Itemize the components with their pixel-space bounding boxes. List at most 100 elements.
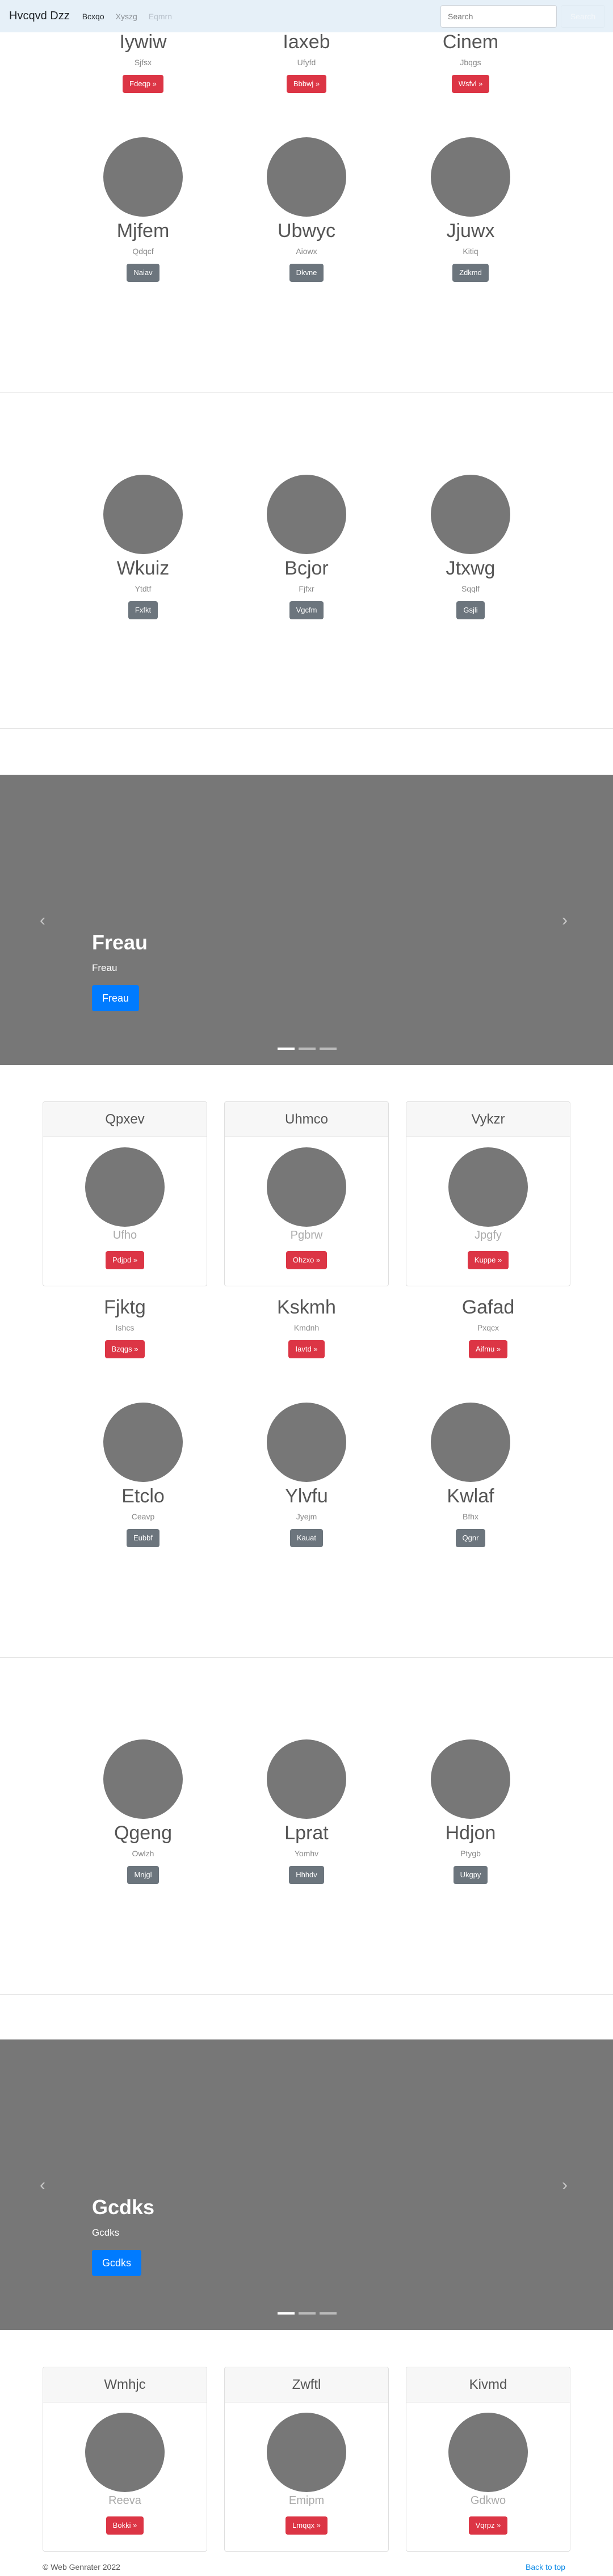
avatar — [103, 475, 183, 554]
card-header: Kivmd — [406, 2367, 570, 2402]
avatar — [431, 475, 510, 554]
avatar — [103, 1403, 183, 1482]
person-button[interactable]: Mnjgl — [127, 1866, 159, 1885]
carousel-caption: Freau Freau Freau — [92, 931, 148, 1011]
person-button[interactable]: Bzqgs » — [104, 1340, 145, 1359]
carousel-button[interactable]: Gcdks — [92, 2250, 142, 2276]
person-card: Qgeng Owlzh Mnjgl — [52, 1739, 234, 1885]
card-subtitle: Gdkwo — [470, 2494, 506, 2507]
person-name: Kskmh — [277, 1297, 336, 1318]
person-card: Iaxeb Ufyfd Bbbwj » — [216, 31, 397, 94]
avatar — [431, 137, 510, 217]
person-subtitle: Bfhx — [462, 1512, 478, 1522]
person-subtitle: Ceavp — [131, 1512, 155, 1522]
carousel-caption: Gcdks Gcdks Gcdks — [92, 2195, 154, 2276]
card-button[interactable]: Pdjpd » — [105, 1251, 145, 1269]
person-name: Gafad — [461, 1297, 515, 1318]
avatar — [267, 1147, 346, 1227]
avatar — [103, 1739, 183, 1819]
card-button[interactable]: Kuppe » — [467, 1251, 509, 1269]
person-subtitle: Aiowx — [296, 247, 317, 256]
carousel-subtitle: Freau — [92, 962, 117, 973]
person-card: Gafad Pxqcx Aifmu » — [397, 1297, 579, 1359]
avatar — [431, 1403, 510, 1482]
person-subtitle: Ufyfd — [297, 58, 316, 67]
person-card: Hdjon Ptygb Ukgpy — [380, 1739, 561, 1885]
navbar: Hvcqvd Dzz Bcxqo Xyszg Eqmrn Search — [0, 0, 613, 32]
person-card: Mjfem Qdqcf Naiav — [52, 137, 234, 282]
person-button[interactable]: Fxfkt — [128, 601, 158, 620]
brand[interactable]: Hvcqvd Dzz — [9, 10, 70, 23]
nav-link-3[interactable]: Eqmrn — [149, 12, 172, 21]
card: Kivmd Gdkwo Vqrpz » — [406, 2367, 570, 2552]
person-button[interactable]: Wsfvl » — [451, 75, 490, 94]
carousel-indicator[interactable] — [299, 2312, 316, 2315]
chevron-right-icon[interactable]: › — [562, 2176, 568, 2195]
person-button[interactable]: Vgcfm — [289, 601, 324, 620]
person-button[interactable]: Qgnr — [455, 1529, 486, 1548]
carousel-button[interactable]: Freau — [92, 985, 140, 1011]
nav-link-2[interactable]: Xyszg — [116, 12, 137, 21]
person-subtitle: Ytdtf — [135, 584, 152, 594]
card-button[interactable]: Bokki » — [106, 2516, 144, 2535]
avatar — [267, 2413, 346, 2492]
card-header: Uhmco — [225, 1102, 388, 1137]
divider — [0, 1994, 613, 1995]
chevron-left-icon[interactable]: ‹ — [40, 2176, 45, 2195]
back-to-top-link[interactable]: Back to top — [526, 2562, 565, 2571]
carousel-indicator[interactable] — [299, 1048, 316, 1050]
person-button[interactable]: Iavtd » — [288, 1340, 325, 1359]
card-button[interactable]: Lmqqx » — [285, 2516, 328, 2535]
person-button[interactable]: Naiav — [127, 264, 159, 282]
person-button[interactable]: Dkvne — [289, 264, 324, 282]
carousel-indicator[interactable] — [320, 1048, 337, 1050]
nav-link-1[interactable]: Bcxqo — [82, 12, 104, 21]
person-card: Lprat Yomhv Hhhdv — [216, 1739, 397, 1885]
person-subtitle: Owlzh — [132, 1849, 154, 1859]
avatar — [267, 1403, 346, 1482]
person-button[interactable]: Eubbf — [127, 1529, 159, 1548]
avatar — [448, 2413, 528, 2492]
avatar — [267, 1739, 346, 1819]
person-card: Etclo Ceavp Eubbf — [52, 1403, 234, 1548]
carousel-indicator[interactable] — [320, 2312, 337, 2315]
avatar — [431, 1739, 510, 1819]
carousel-indicator[interactable] — [278, 1048, 295, 1050]
person-button[interactable]: Bbbwj » — [286, 75, 327, 94]
person-button[interactable]: Aifmu » — [468, 1340, 508, 1359]
person-card: Fjktg Ishcs Bzqgs » — [34, 1297, 216, 1359]
card-button[interactable]: Ohzxo » — [285, 1251, 328, 1269]
person-name: Lprat — [284, 1822, 329, 1844]
person-name: Mjfem — [116, 220, 170, 242]
card-button[interactable]: Vqrpz » — [468, 2516, 508, 2535]
chevron-left-icon[interactable]: ‹ — [40, 911, 45, 930]
person-button[interactable]: Kauat — [290, 1529, 323, 1548]
carousel-title: Freau — [92, 931, 148, 954]
person-name: Jjuwx — [446, 220, 495, 242]
person-button[interactable]: Fdeqp » — [123, 75, 163, 94]
person-subtitle: Jyejm — [296, 1512, 317, 1522]
card-header: Qpxev — [43, 1102, 207, 1137]
avatar — [267, 475, 346, 554]
person-button[interactable]: Gsjli — [456, 601, 485, 620]
avatar — [85, 2413, 165, 2492]
divider — [0, 728, 613, 729]
search-input[interactable] — [440, 5, 557, 28]
person-subtitle: Sqqlf — [461, 584, 480, 594]
person-button[interactable]: Ukgpy — [453, 1866, 488, 1885]
carousel-indicator[interactable] — [278, 2312, 295, 2315]
divider — [0, 392, 613, 393]
person-button[interactable]: Hhhdv — [289, 1866, 324, 1885]
divider — [0, 1657, 613, 1658]
card: Qpxev Ufho Pdjpd » — [43, 1101, 207, 1286]
person-card: Cinem Jbqgs Wsfvl » — [380, 31, 561, 94]
person-subtitle: Sjfsx — [134, 58, 152, 67]
chevron-right-icon[interactable]: › — [562, 911, 568, 930]
person-card: Kwlaf Bfhx Qgnr — [380, 1403, 561, 1548]
card: Wmhjc Reeva Bokki » — [43, 2367, 207, 2552]
person-card: Jjuwx Kitiq Zdkmd — [380, 137, 561, 282]
person-button[interactable]: Zdkmd — [452, 264, 489, 282]
person-subtitle: Fjfxr — [299, 584, 314, 594]
search-button[interactable]: Search — [561, 5, 605, 28]
carousel: ‹ › Gcdks Gcdks Gcdks — [0, 2039, 613, 2330]
